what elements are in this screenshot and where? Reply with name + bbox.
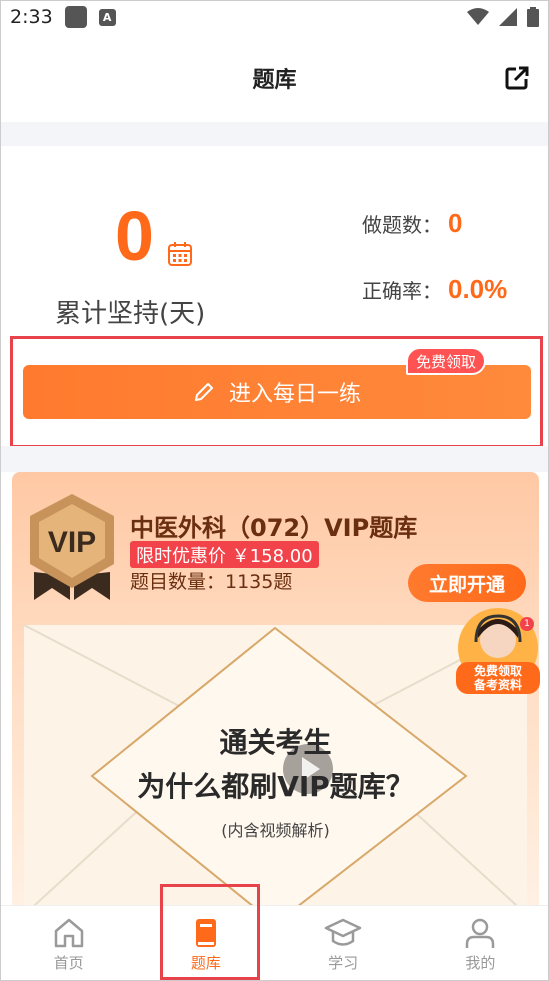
tab-question-bank[interactable]: 题库 <box>137 906 274 981</box>
vip-open-button[interactable]: 立即开通 <box>408 564 526 602</box>
vip-title: 中医外科（072）VIP题库 <box>130 514 418 542</box>
support-label-line2: 备考资料 <box>473 678 522 692</box>
questions-label: 做题数： <box>362 213 442 237</box>
home-icon <box>54 918 83 948</box>
divider <box>0 122 549 146</box>
support-label[interactable]: 免费领取 备考资料 <box>456 662 540 694</box>
battery-icon <box>527 7 539 27</box>
vip-medal-icon: VIP <box>30 494 114 600</box>
calendar-icon[interactable] <box>167 241 193 267</box>
support-label-line1: 免费领取 <box>473 664 522 678</box>
days-label: 累计坚持(天) <box>55 299 206 329</box>
accuracy-stat: 正确率： 0.0% <box>362 274 507 305</box>
video-subtitle: (内含视频解析) <box>221 821 330 840</box>
status-time: 2:33 <box>10 6 53 28</box>
page-title: 题库 <box>252 68 297 93</box>
vip-price-tag: 限时优惠价 ￥158.00 <box>130 541 319 568</box>
notification-badge: 1 <box>520 617 534 631</box>
tab-profile-label: 我的 <box>465 954 496 972</box>
share-icon[interactable] <box>503 64 531 92</box>
questions-value: 0 <box>448 208 463 238</box>
days-count: 0 <box>115 197 154 275</box>
header: 题库 <box>0 34 549 122</box>
vip-question-count: 题目数量：1135题 <box>130 571 293 593</box>
app-notification-icon <box>64 6 87 28</box>
user-icon <box>466 918 495 948</box>
signal-icon <box>499 8 517 26</box>
free-badge: 免费领取 <box>405 347 486 375</box>
divider <box>0 446 549 472</box>
tab-profile[interactable]: 我的 <box>412 906 549 981</box>
book-icon <box>195 919 216 947</box>
pencil-icon <box>194 383 213 401</box>
graduation-cap-icon <box>324 918 362 946</box>
daily-practice-highlight: 进入每日一练 免费领取 <box>10 336 543 448</box>
tab-home[interactable]: 首页 <box>0 906 137 981</box>
daily-practice-label: 进入每日一练 <box>228 382 361 407</box>
tab-study-label: 学习 <box>328 954 359 972</box>
tab-home-label: 首页 <box>53 954 84 972</box>
tab-study[interactable]: 学习 <box>275 906 412 981</box>
bottom-tab-bar: 首页 题库 学习 我的 <box>0 905 549 981</box>
questions-stat: 做题数： 0 <box>362 208 462 239</box>
accessibility-notification-icon: A <box>98 8 116 26</box>
vip-medal-text: VIP <box>48 526 96 559</box>
status-bar: 2:33 A <box>0 0 549 34</box>
video-title-line2: 为什么都刷VIP题库？ <box>137 770 414 803</box>
accuracy-label: 正确率： <box>362 279 442 303</box>
tab-question-bank-label: 题库 <box>190 954 221 972</box>
accuracy-value: 0.0% <box>448 274 508 304</box>
video-title-line1: 通关考生 <box>219 726 332 759</box>
stats-panel: 0 累计坚持(天) 做题数： 0 正确率： 0.0% 进入每日一练 免费领取 <box>0 146 549 448</box>
wifi-icon <box>467 8 489 25</box>
